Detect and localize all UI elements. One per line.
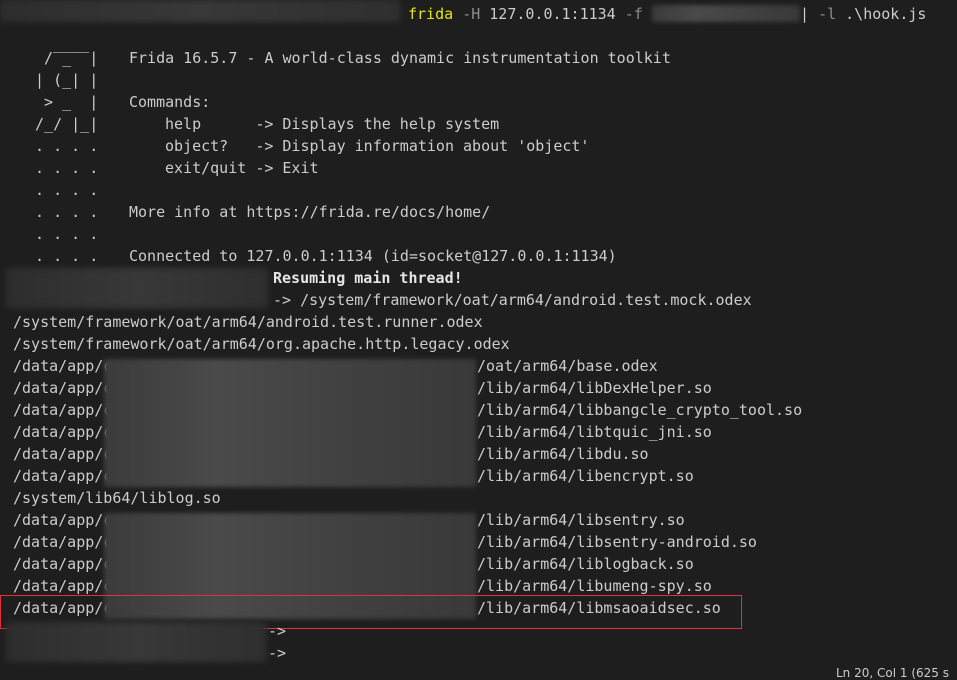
resuming-line: Resuming main thread! [273,269,463,287]
command-object: object? -> Display information about 'ob… [165,135,589,157]
command-flag-l: -l [818,5,837,23]
command-object-desc: -> Display information about 'object' [255,137,590,155]
prompt-arrow: -> [268,644,287,662]
command-host: 127.0.0.1:1134 [489,5,616,23]
command-name: frida [408,5,454,23]
frida-logo-line: . . . . [26,247,99,265]
output-line: /data/app/c [13,533,113,551]
command-object-name: object? [165,137,247,155]
output-line: /system/framework/oat/arm64/android.test… [13,313,483,331]
command-help-desc: -> Displays the help system [255,115,500,133]
output-line-suffix: /lib/arm64/libbangcle_crypto_tool.so [477,401,803,419]
command-script: .\hook.js [845,5,927,23]
output-line-suffix: /lib/arm64/libumeng-spy.so [477,577,712,595]
command-help-name: help [165,115,247,133]
redacted-prompt [6,268,268,308]
output-line: /data/app/c [13,401,113,419]
connected-line: Connected to 127.0.0.1:1134 (id=socket@1… [129,247,617,265]
frida-logo-line: . . . . [26,203,99,221]
commands-header: Commands: [129,93,211,111]
terminal-output[interactable]: frida -H 127.0.0.1:1134 -f | -l .\hook.j… [0,0,957,668]
frida-logo-line: . . . . [26,137,99,155]
output-line: /system/framework/oat/arm64/org.apache.h… [13,335,510,353]
cursor-position[interactable]: Ln 20, Col 1 (625 s [836,668,949,680]
output-line: /data/app/c [13,379,113,397]
frida-logo-line: / _ | [26,49,99,67]
command-line-tail: | -l .\hook.js [800,5,927,23]
output-line-suffix: /lib/arm64/libDexHelper.so [477,379,712,397]
command-flag-f: -f [624,5,643,23]
frida-logo-line: . . . . [26,159,99,177]
output-line: /data/app/c [13,555,113,573]
output-line: /data/app/c [13,511,113,529]
output-line-suffix: /lib/arm64/liblogback.so [477,555,694,573]
output-line: /data/app/c [13,423,113,441]
output-line: /data/app/c [13,445,113,463]
redacted-package-path [104,359,476,487]
status-bar: Ln 20, Col 1 (625 s [0,668,957,680]
command-help: help -> Displays the help system [165,113,499,135]
output-line: /data/app/c [13,357,113,375]
redacted-package-name [652,5,800,22]
command-exit: exit/quit -> Exit [165,157,319,179]
banner-title: Frida 16.5.7 - A world-class dynamic ins… [129,49,671,67]
command-flag-h: -H [462,5,481,23]
output-line-suffix: /lib/arm64/libsentry-android.so [477,533,757,551]
output-line: -> /system/framework/oat/arm64/android.t… [273,291,752,309]
command-exit-name: exit/quit [165,159,247,177]
output-line-suffix: /lib/arm64/libdu.so [477,445,649,463]
redacted-prompt [6,622,266,662]
output-line: /system/lib64/liblog.so [13,489,221,507]
output-line: /data/app/c [13,577,113,595]
output-line-suffix: /lib/arm64/libencrypt.so [477,467,694,485]
prompt-arrow: -> [268,622,287,640]
frida-logo-line: /_/ |_| [26,115,99,133]
output-line: /data/app/c [13,467,113,485]
output-line-suffix: /lib/arm64/libtquic_jni.so [477,423,712,441]
command-line: frida -H 127.0.0.1:1134 -f [408,3,643,25]
frida-logo-line: > _ | [26,93,99,111]
command-exit-desc: -> Exit [255,159,319,177]
frida-logo-line: | (_| | [26,71,99,89]
frida-logo-line: . . . . [26,225,99,243]
output-line-suffix: /lib/arm64/libsentry.so [477,511,685,529]
more-info-line: More info at https://frida.re/docs/home/ [129,203,491,221]
frida-logo-line: . . . . [26,181,99,199]
output-line-suffix: /oat/arm64/base.odex [477,357,658,375]
redacted-prompt [0,0,400,22]
